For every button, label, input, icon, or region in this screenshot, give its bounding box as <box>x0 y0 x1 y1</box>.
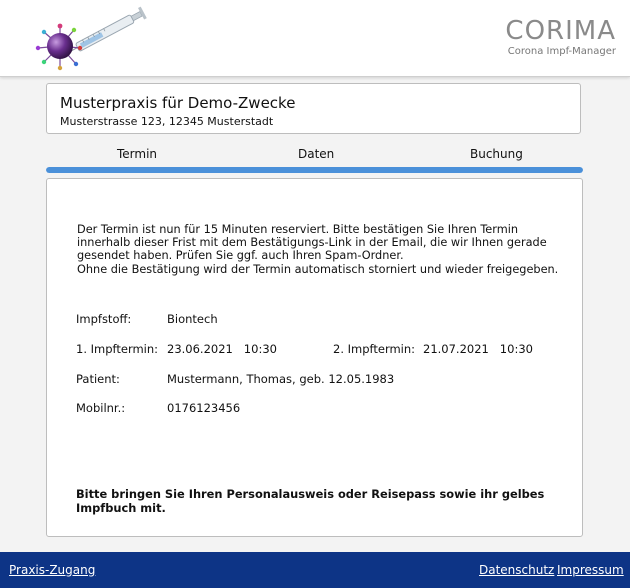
mobil-label: Mobilnr.: <box>76 401 126 415</box>
reminder-line: Bitte bringen Sie Ihren Personalausweis … <box>76 487 545 501</box>
id-reminder: Bitte bringen Sie Ihren Personalausweis … <box>76 487 556 515</box>
booking-steps: Termin Daten Buchung <box>46 145 583 175</box>
confirmation-panel: Der Termin ist nun für 15 Minuten reserv… <box>46 178 583 537</box>
step-termin: Termin <box>117 147 158 161</box>
termin2-value: 21.07.2021 10:30 <box>423 342 533 356</box>
mobil-value: 0176123456 <box>167 401 241 415</box>
notice-line: Ohne die Bestätigung wird der Termin aut… <box>77 262 559 276</box>
practice-card: Musterpraxis für Demo-Zwecke Musterstras… <box>46 83 581 134</box>
step-buchung: Buchung <box>470 147 523 161</box>
notice-line: innerhalb dieser Frist mit dem Bestätigu… <box>77 236 547 250</box>
datenschutz-link[interactable]: Datenschutz <box>479 563 554 577</box>
patient-value: Mustermann, Thomas, geb. 12.05.1983 <box>167 372 395 386</box>
impfstoff-value: Biontech <box>167 312 218 326</box>
step-daten: Daten <box>298 147 335 161</box>
patient-label: Patient: <box>76 372 120 386</box>
progress-bar-fill <box>46 167 583 173</box>
practice-address: Musterstrasse 123, 12345 Musterstadt <box>60 115 274 128</box>
impressum-link[interactable]: Impressum <box>557 563 624 577</box>
notice-line: gesendet haben. Prüfen Sie ggf. auch Ihr… <box>77 249 404 263</box>
termin1-value: 23.06.2021 10:30 <box>167 342 277 356</box>
progress-bar <box>46 167 583 173</box>
reminder-line: Impfbuch mit. <box>76 500 166 515</box>
praxis-zugang-link[interactable]: Praxis-Zugang <box>9 563 95 577</box>
brand-subtitle: Corona Impf-Manager <box>507 46 616 57</box>
reservation-notice: Der Termin ist nun für 15 Minuten reserv… <box>77 223 559 276</box>
brand: CORIMA Corona Impf-Manager <box>505 18 616 57</box>
termin2-label: 2. Impftermin: <box>333 342 416 356</box>
vaccine-virus-logo-icon <box>35 6 147 71</box>
app-header: CORIMA Corona Impf-Manager <box>0 0 630 77</box>
termin1-label: 1. Impftermin: <box>76 342 159 356</box>
practice-name: Musterpraxis für Demo-Zwecke <box>60 94 296 112</box>
brand-title: CORIMA <box>505 16 616 46</box>
footer: Praxis-Zugang Datenschutz Impressum <box>0 552 630 588</box>
notice-line: Der Termin ist nun für 15 Minuten reserv… <box>77 223 519 236</box>
impfstoff-label: Impfstoff: <box>76 312 132 326</box>
